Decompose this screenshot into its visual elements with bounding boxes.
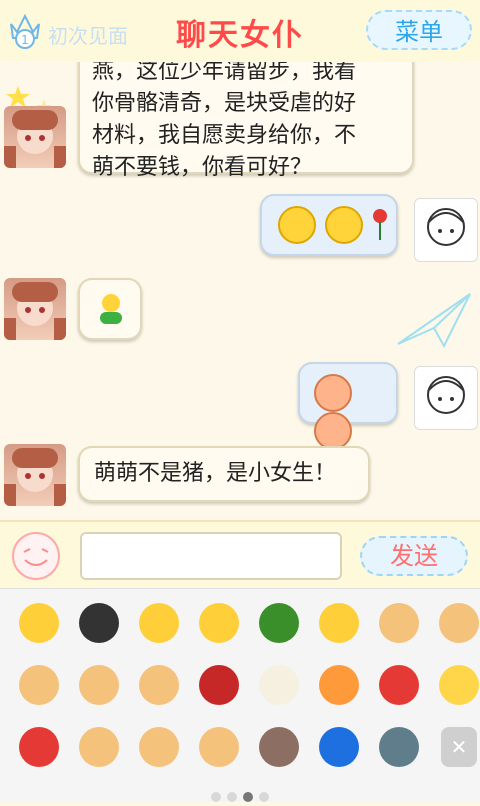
gift-icon <box>439 665 479 705</box>
beckon-hand-icon <box>139 665 179 705</box>
message-bubble-user <box>298 362 398 450</box>
pig-emoji-icon <box>314 412 352 450</box>
victory-hand-icon <box>79 665 119 705</box>
message-text-line: 萌不要钱，你看可好？ <box>92 155 313 180</box>
grin-icon <box>19 603 59 643</box>
emoji-grin-button[interactable] <box>9 593 69 653</box>
emoji-sword-button[interactable] <box>369 717 429 777</box>
rice-bowl-icon <box>259 665 299 705</box>
user-avatar[interactable] <box>414 366 478 430</box>
message-bubble-user <box>260 194 398 256</box>
emoji-moon-button[interactable] <box>309 717 369 777</box>
emoji-ladybug-button[interactable] <box>9 717 69 777</box>
rock-hand-icon <box>199 727 239 767</box>
message-text: 萌萌不是猪，是小女生！ <box>94 461 337 486</box>
emoji-ok-hand-button[interactable] <box>129 717 189 777</box>
green-man-emoji-icon <box>100 294 122 324</box>
penguin-icon <box>79 603 119 643</box>
emoji-victory-hand-button[interactable] <box>69 655 129 715</box>
emoji-gift-button[interactable] <box>429 655 480 715</box>
emoji-dizzy-face-button[interactable] <box>189 593 249 653</box>
angry-face-icon <box>139 603 179 643</box>
pig-emoji-icon <box>314 374 352 412</box>
green-turtle-icon <box>259 603 299 643</box>
message-text-line: 燕，这位少年请留步，我看 <box>92 62 357 84</box>
rose-emoji-icon <box>370 208 390 242</box>
delete-icon: ✕ <box>441 727 477 767</box>
emoji-coffee-button[interactable] <box>249 717 309 777</box>
coffee-icon <box>259 727 299 767</box>
maid-avatar[interactable] <box>4 444 66 506</box>
page-dot[interactable] <box>211 792 221 802</box>
message-text-line: 你骨骼清奇，是块受虐的好 <box>92 91 357 116</box>
user-avatar[interactable] <box>414 198 478 262</box>
page-dot[interactable] <box>243 792 253 802</box>
emoji-crying-face-button[interactable] <box>309 593 369 653</box>
emoji-thumbs-up-button[interactable] <box>369 593 429 653</box>
maid-avatar[interactable] <box>4 106 66 168</box>
crown-level-icon: 1 <box>10 13 40 49</box>
emoji-watermelon-button[interactable] <box>369 655 429 715</box>
emoji-angry-face-button[interactable] <box>129 593 189 653</box>
level-number: 1 <box>21 33 29 47</box>
emoji-beckon-hand-button[interactable] <box>129 655 189 715</box>
page-dot[interactable] <box>227 792 237 802</box>
watermelon-icon <box>379 665 419 705</box>
emoji-birthday-cake-button[interactable] <box>309 655 369 715</box>
emoji-rock-hand-button[interactable] <box>189 717 249 777</box>
emoji-thumbs-down-button[interactable] <box>429 593 480 653</box>
dizzy-face-icon <box>199 603 239 643</box>
page-indicator <box>0 787 480 806</box>
menu-button[interactable]: 菜单 <box>366 10 472 50</box>
message-bubble-maid: 萌萌不是猪，是小女生！ <box>78 446 370 502</box>
smiley-icon <box>23 548 49 566</box>
emoji-handshake-button[interactable] <box>9 655 69 715</box>
grin-emoji-icon <box>325 206 364 244</box>
send-button[interactable]: 发送 <box>360 536 468 576</box>
handshake-icon <box>19 665 59 705</box>
paper-plane-icon <box>397 293 471 349</box>
page-dot[interactable] <box>259 792 269 802</box>
emoji-rice-bowl-button[interactable] <box>249 655 309 715</box>
moon-icon <box>319 727 359 767</box>
sword-icon <box>379 727 419 767</box>
message-bubble-maid: 燕，这位少年请留步，我看 你骨骼清奇，是块受虐的好 材料，我自愿卖身给你，不 萌… <box>78 62 414 180</box>
delete-button[interactable]: ✕ <box>429 717 480 777</box>
level-label: 初次见面 <box>48 24 128 48</box>
emoji-panel: ✕ <box>0 588 480 802</box>
message-text-line: 材料，我自愿卖身给你，不 <box>92 123 357 148</box>
emoji-penguin-button[interactable] <box>69 593 129 653</box>
maid-avatar[interactable] <box>4 278 66 340</box>
birthday-cake-icon <box>319 665 359 705</box>
ok-hand-icon <box>139 727 179 767</box>
grin-emoji-icon <box>278 206 316 244</box>
emoji-toggle-button[interactable] <box>12 532 60 580</box>
thumbs-up-icon <box>379 603 419 643</box>
input-bar: 发送 <box>0 520 480 590</box>
message-input[interactable] <box>80 532 342 580</box>
emoji-fist-button[interactable] <box>69 717 129 777</box>
fist-icon <box>79 727 119 767</box>
thumbs-down-icon <box>439 603 479 643</box>
emoji-wilted-rose-button[interactable] <box>189 655 249 715</box>
wilted-rose-icon <box>199 665 239 705</box>
chat-area[interactable]: 燕，这位少年请留步，我看 你骨骼清奇，是块受虐的好 材料，我自愿卖身给你，不 萌… <box>0 62 480 520</box>
ladybug-icon <box>19 727 59 767</box>
message-bubble-maid <box>78 278 142 340</box>
crying-face-icon <box>319 603 359 643</box>
top-bar: 1 初次见面 聊天女仆 菜单 <box>0 0 480 64</box>
emoji-green-turtle-button[interactable] <box>249 593 309 653</box>
